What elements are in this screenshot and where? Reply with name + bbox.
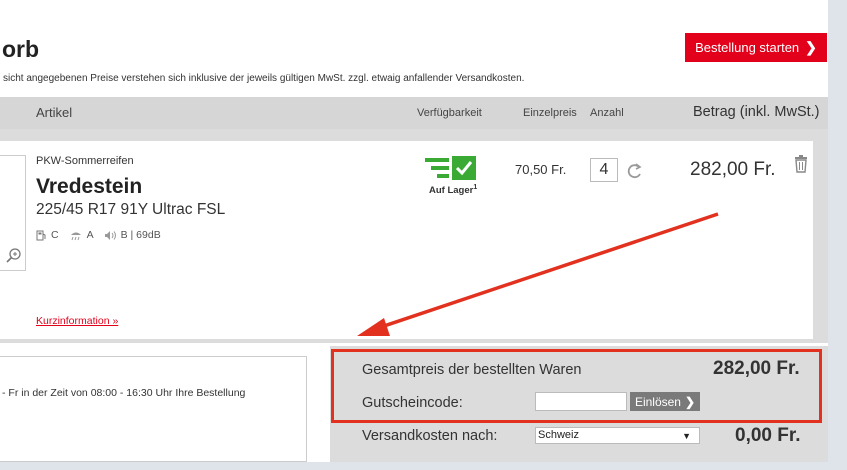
unit-price: 70,50 Fr. — [515, 162, 567, 177]
tyre-label: C A B | 69dB — [36, 229, 161, 241]
stock-footnote: 1 — [473, 184, 478, 191]
stock-status: Auf Lager1 — [429, 184, 477, 196]
table-header: Artikel Verfügbarkeit Einzelpreis Anzahl… — [0, 97, 828, 129]
chevron-right-icon: ❯ — [684, 394, 696, 409]
zoom-icon[interactable] — [2, 245, 24, 267]
info-text: - Fr in der Zeit von 08:00 - 16:30 Uhr I… — [2, 387, 246, 399]
line-total: 282,00 Fr. — [690, 159, 776, 180]
voucher-input[interactable] — [535, 392, 627, 411]
wet-grip-rating: A — [86, 229, 94, 241]
page-title: orb — [2, 36, 40, 62]
shipping-country-value: Schweiz — [538, 429, 579, 441]
start-order-label: Bestellung starten — [695, 40, 800, 55]
product-brand[interactable]: Vredestein — [36, 175, 142, 199]
start-order-button[interactable]: Bestellung starten ❯ — [685, 33, 827, 62]
noise-icon — [104, 230, 116, 240]
redeem-label: Einlösen — [634, 394, 681, 409]
redeem-button[interactable]: Einlösen ❯ — [630, 392, 700, 411]
column-header-amount: Betrag (inkl. MwSt.) — [693, 104, 820, 120]
column-header-article: Artikel — [36, 105, 73, 120]
column-header-unit-price: Einzelpreis — [523, 107, 577, 119]
dropdown-caret-icon: ▼ — [682, 431, 691, 441]
refresh-icon[interactable] — [627, 162, 643, 180]
shipping-cost: 0,00 Fr. — [735, 425, 801, 446]
fuel-pump-icon — [36, 230, 46, 240]
column-header-availability: Verfügbarkeit — [417, 107, 482, 119]
shipping-label: Versandkosten nach: — [362, 428, 498, 444]
product-category: PKW-Sommerreifen — [36, 155, 134, 167]
trash-icon[interactable] — [794, 155, 808, 173]
shipping-country-select[interactable]: Schweiz ▼ — [535, 427, 700, 444]
price-note: sicht angegebenen Preise verstehen sich … — [3, 73, 525, 84]
stock-label: Auf Lager — [429, 185, 474, 197]
scrollbar[interactable] — [828, 0, 847, 470]
quantity-input[interactable]: 4 — [590, 158, 618, 182]
info-box — [0, 356, 307, 462]
voucher-label: Gutscheincode: — [362, 395, 463, 411]
short-info-link[interactable]: Kurzinformation » — [36, 315, 118, 327]
in-stock-icon — [425, 156, 476, 180]
noise-rating: B | 69dB — [120, 229, 161, 241]
column-header-quantity: Anzahl — [590, 107, 624, 119]
fuel-rating: C — [51, 229, 59, 241]
chevron-right-icon: ❯ — [805, 39, 817, 55]
goods-total-value: 282,00 Fr. — [713, 358, 800, 379]
wet-grip-icon — [70, 232, 81, 240]
product-model: 225/45 R17 91Y Ultrac FSL — [36, 201, 226, 218]
goods-total-label: Gesamtpreis der bestellten Waren — [362, 362, 582, 378]
